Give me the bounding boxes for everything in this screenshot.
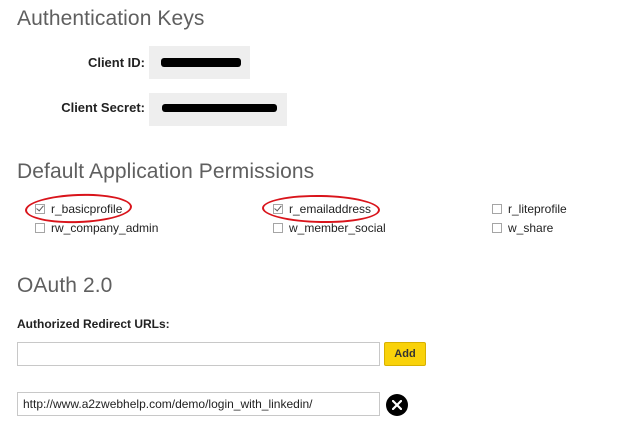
- authentication-keys-heading: Authentication Keys: [17, 7, 205, 30]
- remove-url-button[interactable]: [386, 394, 408, 416]
- default-permissions-heading: Default Application Permissions: [17, 160, 315, 183]
- redaction-mark: [161, 58, 241, 67]
- highlight-circle: [261, 193, 381, 225]
- redirect-url-entry[interactable]: [17, 392, 380, 416]
- permission-w-member-social[interactable]: w_member_social: [273, 221, 386, 235]
- client-secret-value: [149, 93, 287, 126]
- permission-w-share[interactable]: w_share: [492, 221, 553, 235]
- client-secret-label: Client Secret:: [61, 100, 145, 115]
- permission-rw-company-admin[interactable]: rw_company_admin: [35, 221, 158, 235]
- highlight-circle: [24, 192, 133, 225]
- checkbox[interactable]: [492, 204, 502, 214]
- redaction-mark: [162, 104, 277, 112]
- permission-label: w_member_social: [289, 221, 386, 235]
- close-circle-icon: [392, 400, 402, 410]
- oauth-heading: OAuth 2.0: [17, 274, 113, 297]
- checkbox[interactable]: [35, 223, 45, 233]
- authorized-redirect-urls-label: Authorized Redirect URLs:: [17, 317, 170, 331]
- permission-label: r_liteprofile: [508, 202, 567, 216]
- add-button[interactable]: Add: [384, 342, 426, 366]
- permission-r-liteprofile[interactable]: r_liteprofile: [492, 202, 567, 216]
- client-id-value: [149, 46, 250, 79]
- checkbox[interactable]: [492, 223, 502, 233]
- checkbox[interactable]: [273, 223, 283, 233]
- permission-label: w_share: [508, 221, 554, 235]
- client-id-label: Client ID:: [87, 55, 145, 70]
- redirect-url-input[interactable]: [17, 342, 380, 366]
